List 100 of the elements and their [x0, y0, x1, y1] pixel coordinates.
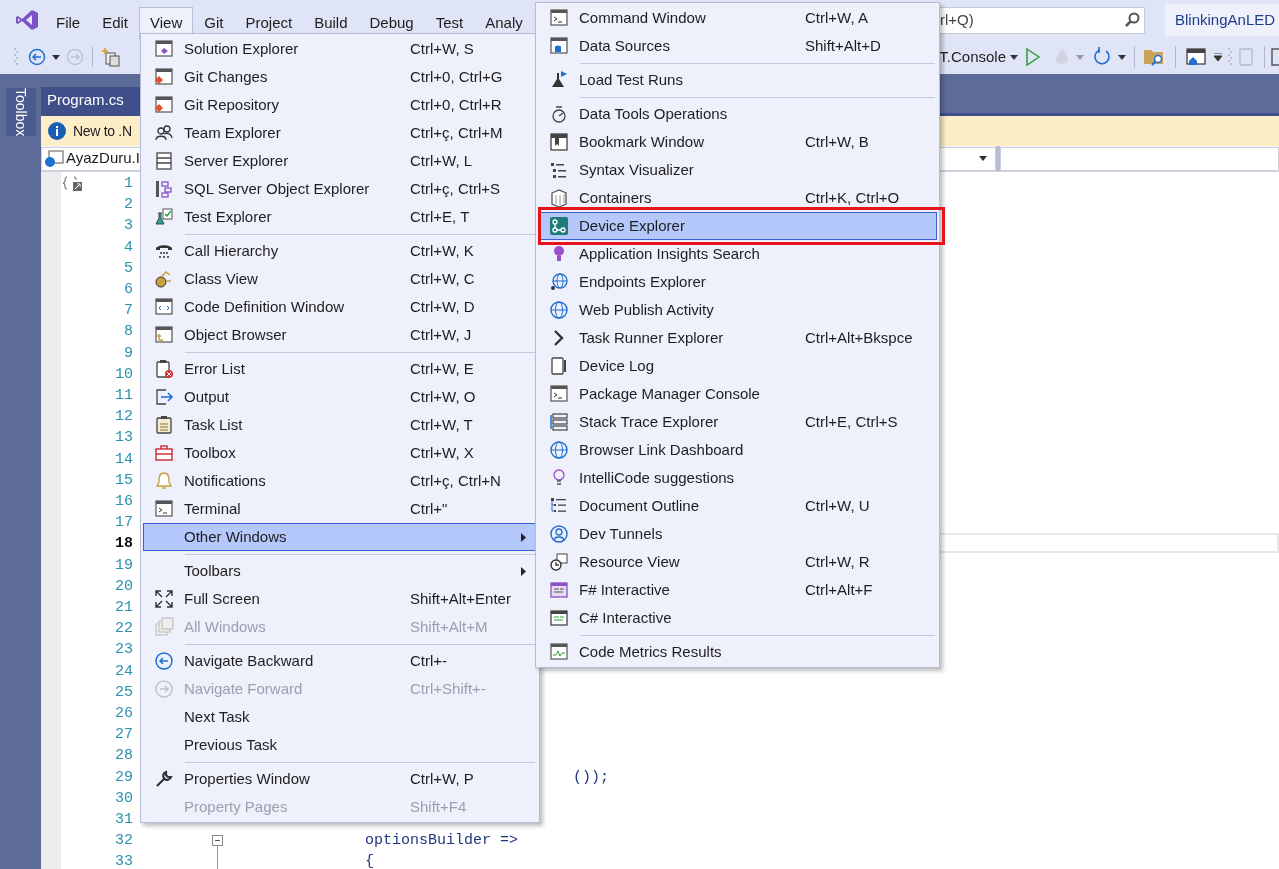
line-number: 3: [124, 216, 133, 237]
menu-item[interactable]: Full Screen Shift+Alt+Enter: [143, 585, 537, 613]
home-window-icon[interactable]: [1186, 47, 1206, 67]
menu-item[interactable]: Browser Link Dashboard: [538, 436, 937, 464]
menu-item[interactable]: Server Explorer Ctrl+W, L: [143, 147, 537, 175]
forward-icon: [154, 679, 174, 699]
menu-item[interactable]: Object Browser Ctrl+W, J: [143, 321, 537, 349]
menu-item[interactable]: Bookmark Window Ctrl+W, B: [538, 128, 937, 156]
line-number: 6: [124, 280, 133, 300]
menu-item[interactable]: Code Metrics Results: [538, 638, 937, 666]
line-number: 4: [124, 237, 133, 258]
menu-item[interactable]: Error List Ctrl+W, E: [143, 355, 537, 383]
menu-item[interactable]: Output Ctrl+W, O: [143, 383, 537, 411]
window-icon: [154, 325, 174, 345]
window-icon[interactable]: [1271, 47, 1279, 67]
menu-item[interactable]: Toolbars: [143, 557, 537, 585]
menu-item[interactable]: Properties Window Ctrl+W, P: [143, 765, 537, 793]
menu-item[interactable]: Device Log: [538, 352, 937, 380]
menu-item[interactable]: Endpoints Explorer: [538, 268, 937, 296]
line-number: 17: [115, 513, 133, 534]
line-number: 8: [124, 322, 133, 343]
flask-icon: [549, 70, 569, 90]
caret-icon: [979, 156, 987, 161]
class-icon: [154, 269, 174, 289]
menu-item[interactable]: Toolbox Ctrl+W, X: [143, 439, 537, 467]
menu-item[interactable]: IntelliCode suggestions: [538, 464, 937, 492]
line-number: 12: [115, 407, 133, 428]
menu-item[interactable]: Previous Task: [143, 731, 537, 759]
caret-icon[interactable]: [1010, 54, 1018, 60]
line-number: 24: [115, 661, 133, 682]
menu-item[interactable]: File: [45, 7, 92, 39]
menu-item[interactable]: SQL Server Object Explorer Ctrl+ç, Ctrl+S: [143, 175, 537, 203]
caret-icon[interactable]: [1214, 53, 1222, 61]
output-icon: [154, 387, 174, 407]
document-tab[interactable]: Program.cs: [41, 87, 140, 113]
menu-item[interactable]: Web Publish Activity: [538, 296, 937, 324]
menu-item[interactable]: Resource View Ctrl+W, R: [538, 548, 937, 576]
list-icon: [549, 160, 569, 180]
menu-item[interactable]: Data Sources Shift+Alt+D: [538, 32, 937, 60]
globe-icon: [549, 440, 569, 460]
menu-item[interactable]: Notifications Ctrl+ç, Ctrl+N: [143, 467, 537, 495]
grip-icon: [14, 47, 18, 67]
menu-item[interactable]: Other Windows: [143, 523, 537, 551]
line-number: 11: [115, 386, 133, 406]
caret-icon[interactable]: [52, 54, 60, 60]
people-icon: [154, 123, 174, 143]
line-number: 32: [115, 831, 133, 852]
refresh-icon[interactable]: [1092, 47, 1112, 67]
window-icon: [154, 95, 174, 115]
menu-item[interactable]: Document Outline Ctrl+W, U: [538, 492, 937, 520]
toolbox-tab[interactable]: Toolbox: [5, 88, 36, 137]
menu-item[interactable]: Data Tools Operations: [538, 100, 937, 128]
line-number: 22: [115, 619, 133, 640]
menu-item[interactable]: Package Manager Console: [538, 380, 937, 408]
collapse-toggle[interactable]: [212, 835, 223, 847]
hierarchy-icon: [154, 179, 174, 199]
line-number: 19: [115, 555, 133, 576]
menu-item[interactable]: Next Task: [143, 703, 537, 731]
line-number: 30: [115, 788, 133, 809]
menu-item[interactable]: Terminal Ctrl+": [143, 495, 537, 523]
menu-item[interactable]: Load Test Runs: [538, 66, 937, 94]
play-icon[interactable]: [1026, 48, 1040, 66]
menu-item[interactable]: Syntax Visualizer: [538, 156, 937, 184]
startup-project-dropdown[interactable]: T.Console: [939, 45, 1006, 69]
folder-search-icon[interactable]: [1143, 47, 1165, 67]
solution-name: BlinkingAnLED: [1165, 4, 1279, 36]
globe-icon: [549, 300, 569, 320]
terminal-icon: [154, 499, 174, 519]
flask-icon: [154, 207, 174, 227]
line-number: 16: [115, 492, 133, 512]
menu-item[interactable]: Git Repository Ctrl+0, Ctrl+R: [143, 91, 537, 119]
menu-item[interactable]: Task List Ctrl+W, T: [143, 411, 537, 439]
code-line: ());: [573, 767, 609, 788]
caret-icon[interactable]: [1118, 54, 1126, 60]
menu-item[interactable]: Git Changes Ctrl+0, Ctrl+G: [143, 63, 537, 91]
back-icon[interactable]: [28, 48, 46, 66]
back-icon: [154, 651, 174, 671]
menu-item[interactable]: Test Explorer Ctrl+E, T: [143, 203, 537, 231]
line-number: 10: [115, 364, 133, 385]
data-icon: [549, 36, 569, 56]
menu-item[interactable]: Team Explorer Ctrl+ç, Ctrl+M: [143, 119, 537, 147]
menu-item[interactable]: Edit: [91, 7, 140, 39]
menu-item[interactable]: Device Explorer: [538, 212, 937, 240]
region-icon: [63, 176, 85, 194]
menu-item[interactable]: Dev Tunnels: [538, 520, 937, 548]
line-number: 13: [115, 428, 133, 449]
server-icon: [154, 151, 174, 171]
database-icon: [549, 104, 569, 124]
menu-item[interactable]: Task Runner Explorer Ctrl+Alt+Bkspce: [538, 324, 937, 352]
new-item-icon[interactable]: [101, 47, 121, 67]
menu-item[interactable]: Code Definition Window Ctrl+W, D: [143, 293, 537, 321]
menu-item[interactable]: Class View Ctrl+W, C: [143, 265, 537, 293]
menu-item[interactable]: Navigate Backward Ctrl+-: [143, 647, 537, 675]
menu-item[interactable]: C# Interactive: [538, 604, 937, 632]
menu-item[interactable]: Call Hierarchy Ctrl+W, K: [143, 237, 537, 265]
line-number: 14: [115, 449, 133, 470]
line-number: 9: [124, 343, 133, 364]
menu-item[interactable]: F# Interactive Ctrl+Alt+F: [538, 576, 937, 604]
menu-item[interactable]: Stack Trace Explorer Ctrl+E, Ctrl+S: [538, 408, 937, 436]
menu-item[interactable]: Command Window Ctrl+W, A: [538, 4, 937, 32]
